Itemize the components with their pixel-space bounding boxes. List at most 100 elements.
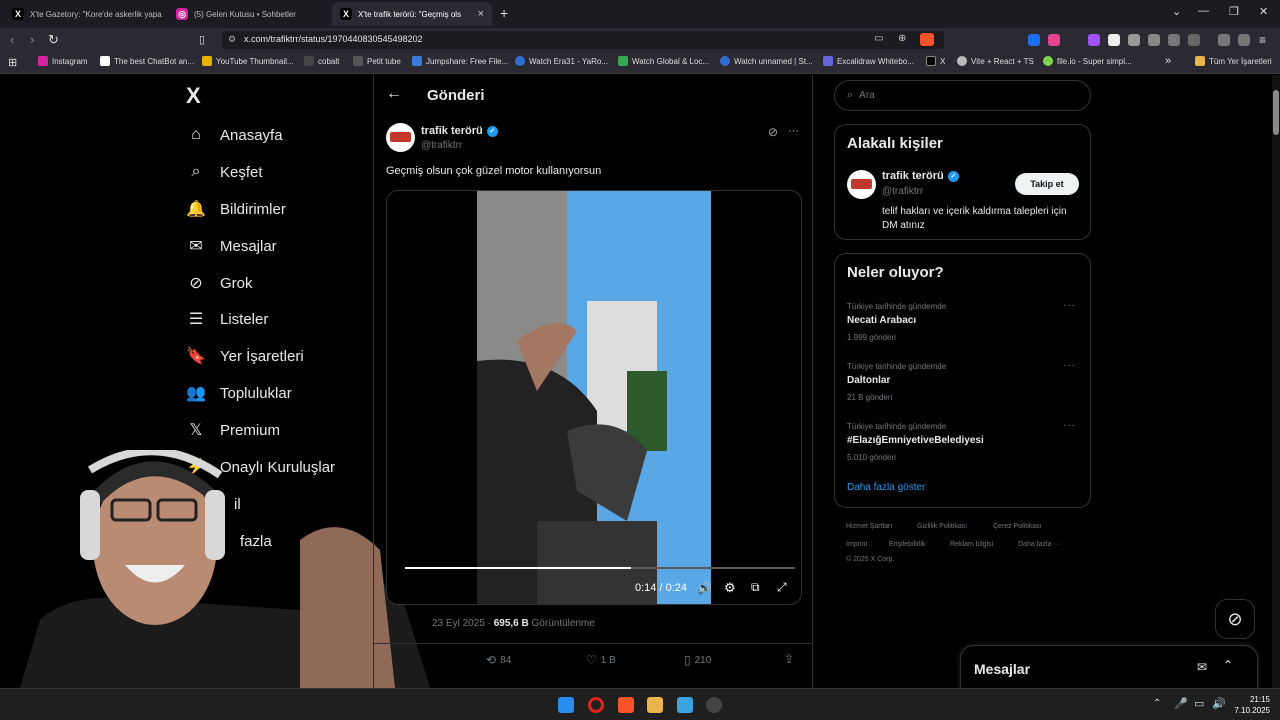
fullscreen-icon[interactable]: ⤢ [777,580,787,595]
puzzle-icon[interactable] [1168,34,1180,46]
nav-item-2[interactable]: 🔔 Bildirimler [186,199,286,219]
bookmark-item[interactable]: X [926,56,945,66]
tab-2[interactable]: ◎ (5) Gelen Kutusu • Sohbetler [168,2,330,26]
avatar[interactable] [847,170,876,199]
tab-1[interactable]: X X'te Gazetory: "Kore'de askerlik yapa [4,2,166,26]
nav-item-6[interactable]: 🔖 Yer İşaretleri [186,346,304,366]
footer-link[interactable]: Daha fazla ··· [1018,541,1060,548]
bookmark-page-icon[interactable]: ▯ [199,33,205,46]
more-options-icon[interactable]: ··· [1063,420,1076,431]
avatar[interactable] [386,123,415,152]
bookmark-item[interactable]: Jumpshare: Free File... [412,56,508,66]
bookmark-item[interactable]: Watch unnamed | St... [720,56,813,66]
footer-link[interactable]: Reklam bilgisi [950,541,993,548]
clock[interactable]: 21:15 7.10.2025 [1230,694,1270,716]
extension-icon[interactable] [1028,34,1040,46]
bookmark-item[interactable]: Vite + React + TS [957,56,1034,66]
network-icon[interactable]: ▭ [1194,697,1204,710]
x-logo-icon[interactable]: X [186,83,201,109]
bookmark-item[interactable]: YouTube Thumbnail... [202,56,294,66]
page-scrollbar[interactable] [1272,75,1280,688]
footer-link[interactable]: Hizmet Şartları [846,523,892,530]
minimize-icon[interactable]: — [1198,5,1209,17]
bookmark-item[interactable]: Excalidraw Whitebo... [823,56,914,66]
nav-item-0[interactable]: ⌂ Anasayfa [186,125,282,145]
photos-icon[interactable] [677,697,693,713]
reload-icon[interactable]: ↻ [48,32,59,48]
close-window-icon[interactable]: ✕ [1259,5,1268,18]
nav-item-3[interactable]: ✉ Mesajlar [186,236,276,256]
footer-link[interactable]: Gizlilik Politikası [917,523,967,530]
restore-icon[interactable]: ❐ [1229,5,1239,18]
settings-icon[interactable]: ⚙ [724,580,736,596]
nav-item-8[interactable]: 𝕏 Premium [186,420,280,440]
related-name[interactable]: trafik terörü ✓ [882,170,959,182]
grok-icon[interactable]: ⊘ [768,125,778,139]
close-icon[interactable]: × [478,8,484,20]
more-options-icon[interactable]: ··· [1063,360,1076,371]
extension-icon[interactable] [1128,34,1140,46]
chevron-down-icon[interactable]: ⌄ [1172,5,1181,18]
extension-icon[interactable] [1148,34,1160,46]
extension-icon[interactable] [1108,34,1120,46]
share-icon[interactable]: ⇪ [784,652,794,666]
back-icon[interactable]: ‹ [10,32,14,47]
bookmark-item[interactable]: The best ChatBot an... [100,56,194,66]
opera-icon[interactable] [588,697,604,713]
apps-icon[interactable]: ⊞ [8,56,17,69]
tab-3-active[interactable]: X X'te trafik terörü: "Geçmiş ols × [332,2,492,26]
back-arrow-icon[interactable]: ← [386,85,402,103]
bookmark-item[interactable]: cobalt [304,56,339,66]
wallet-icon[interactable] [1238,34,1250,46]
site-settings-icon[interactable]: ⚙ [228,34,236,45]
footer-link[interactable]: Imprint [846,541,867,548]
footer-link[interactable]: Çerez Politikası [993,523,1042,530]
new-tab-button[interactable]: + [500,5,508,21]
nav-item-4[interactable]: ⊘ Grok [186,273,252,293]
bookmark-item[interactable]: Watch Era31 - YaRo... [515,56,608,66]
mic-icon[interactable]: 🎤 [1174,697,1188,710]
search-input[interactable]: ⌕ Ara [834,80,1091,111]
video-progress-track[interactable] [405,567,795,569]
extension-icon[interactable] [1088,34,1100,46]
author-name[interactable]: trafik terörü ✓ [421,125,498,137]
pip-icon[interactable]: ⧉ [751,580,760,595]
nav-item-5[interactable]: ☰ Listeler [186,309,269,329]
zoom-icon[interactable]: ⊕ [898,33,906,44]
new-message-icon[interactable]: ✉ [1197,660,1207,674]
bookmark-item[interactable]: Watch Global & Loc... [618,56,709,66]
messages-dock[interactable]: Mesajlar ✉ ⌃ [960,645,1258,688]
all-bookmarks-folder[interactable]: Tüm Yer İşaretleri [1195,56,1272,66]
bookmark-button[interactable]: ▯ 210 [684,653,711,667]
grok-floating-button[interactable]: ⊘ [1215,599,1255,639]
chevron-up-icon[interactable]: ⌃ [1223,658,1233,672]
author-handle[interactable]: @trafiktrr [421,140,462,151]
speaker-icon[interactable]: 🔊 [1212,697,1226,710]
more-options-icon[interactable]: ··· [1063,300,1076,311]
show-more-link[interactable]: Daha fazla göster [847,482,925,493]
scrollbar-thumb[interactable] [1273,90,1279,135]
bookmarks-more-button[interactable]: » [1165,55,1171,67]
footer-link[interactable]: Erişilebilirlik [889,541,926,548]
volume-icon[interactable]: 🔊 [697,581,712,595]
music-icon[interactable] [1218,34,1230,46]
like-button[interactable]: ♡ 1 B [586,653,616,667]
menu-icon[interactable]: ≡ [1259,33,1266,47]
more-options-icon[interactable]: ··· [788,125,799,137]
video-player[interactable]: 0:14 / 0:24 🔊 ⚙ ⧉ ⤢ [386,190,802,605]
bookmark-item[interactable]: Petit tube [353,56,401,66]
windows-start-icon[interactable] [558,697,574,713]
bookmark-item[interactable]: Instagram [38,56,88,66]
tray-chevron-icon[interactable]: ⌃ [1153,698,1161,709]
brave-icon[interactable] [618,697,634,713]
folder-icon[interactable] [647,697,663,713]
retweet-button[interactable]: ⟲ 84 [486,653,511,667]
url-field[interactable]: ⚙ x.com/trafiktrr/status/197044083054549… [222,31,944,49]
related-handle[interactable]: @trafiktrr [882,186,923,197]
nav-item-7[interactable]: 👥 Topluluklar [186,383,292,403]
bookmark-item[interactable]: file.io - Super simpl... [1043,56,1132,66]
forward-icon[interactable]: › [30,32,34,47]
sidebar-icon[interactable] [1188,34,1200,46]
obs-icon[interactable] [706,697,722,713]
nav-item-1[interactable]: ⌕ Keşfet [186,162,263,182]
